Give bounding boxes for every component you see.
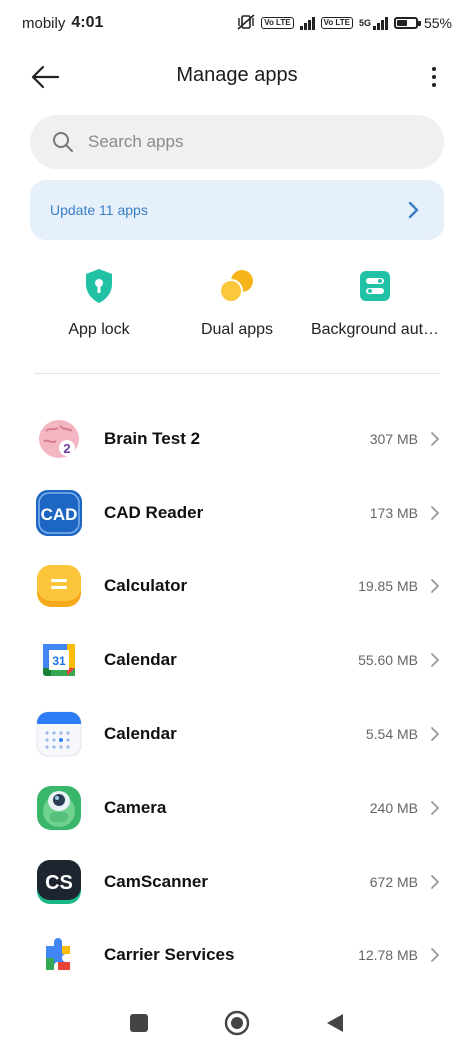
background-autostart-tool[interactable]: Background aut… [306, 266, 444, 346]
app-row-calendar[interactable]: Calendar 5.54 MB [0, 697, 474, 771]
dual-apps-tool[interactable]: Dual apps [168, 266, 306, 346]
app-size: 672 MB [369, 873, 418, 890]
search-bar[interactable] [30, 115, 444, 169]
app-name: Carrier Services [104, 945, 235, 965]
battery-icon [393, 17, 421, 29]
volte-icon: Vo LTE [261, 17, 294, 29]
chevron-right-icon [431, 800, 440, 815]
dual-apps-label: Dual apps [200, 321, 274, 338]
app-row-google-calendar[interactable]: 31 Calendar 55.60 MB [0, 623, 474, 697]
app-name: CAD Reader [104, 502, 204, 522]
app-size: 19.85 MB [358, 578, 418, 595]
calculator-icon [36, 563, 82, 609]
chevron-right-icon [408, 201, 419, 219]
app-size: 240 MB [369, 799, 418, 816]
chevron-right-icon [431, 653, 440, 668]
signal-icon-2 [372, 16, 388, 30]
app-name: Brain Test 2 [104, 428, 201, 448]
app-name: Camera [104, 797, 167, 817]
triangle-back-icon [327, 1014, 343, 1032]
app-lock-tool[interactable]: App lock [30, 266, 168, 346]
more-options-button[interactable] [424, 62, 444, 92]
app-name: CamScanner [104, 871, 208, 891]
app-row-camera[interactable]: Camera 240 MB [0, 771, 474, 845]
shield-lock-icon [79, 266, 119, 306]
brain-test-number: 2 [63, 441, 70, 456]
app-header: Manage apps [0, 50, 474, 102]
background-autostart-icon [355, 266, 395, 306]
app-row-brain-test-2[interactable]: 2 Brain Test 2 307 MB [0, 402, 474, 476]
app-size: 5.54 MB [365, 726, 418, 743]
update-apps-banner[interactable]: Update 11 apps [30, 180, 444, 240]
carrier-name: mobily [22, 14, 66, 32]
volte-icon-2: Vo LTE [320, 17, 353, 29]
home-button[interactable] [222, 1008, 252, 1038]
camscanner-text: CS [45, 872, 73, 894]
chevron-right-icon [431, 431, 440, 446]
section-divider [34, 373, 440, 374]
app-name: Calculator [104, 576, 188, 596]
app-row-cad-reader[interactable]: CAD CAD Reader 173 MB [0, 476, 474, 550]
navigation-bar [0, 993, 474, 1053]
mute-vibrate-icon [237, 13, 255, 33]
battery-level-fill [396, 20, 407, 26]
page-title: Manage apps [176, 64, 298, 86]
back-nav-button[interactable] [320, 1008, 350, 1038]
carrier-services-icon [36, 932, 82, 978]
recents-button[interactable] [124, 1008, 154, 1038]
battery-percent: 55% [423, 15, 452, 31]
google-calendar-icon: 31 [36, 637, 82, 683]
square-icon [130, 1014, 148, 1032]
app-row-carrier-services[interactable]: Carrier Services 12.78 MB [0, 919, 474, 993]
app-size: 12.78 MB [358, 947, 418, 964]
app-row-camscanner[interactable]: CS CamScanner 672 MB [0, 845, 474, 919]
app-size: 55.60 MB [358, 652, 418, 669]
status-bar: mobily 4:01 Vo LTE Vo LTE 5G 55% [0, 0, 474, 46]
chevron-right-icon [431, 505, 440, 520]
app-size: 307 MB [369, 430, 418, 447]
chevron-right-icon [431, 727, 440, 741]
calendar-icon [36, 711, 82, 757]
brain-test-icon: 2 [36, 416, 82, 462]
camera-icon [36, 785, 82, 831]
calendar-day-number: 31 [52, 654, 66, 668]
app-row-calculator[interactable]: Calculator 19.85 MB [0, 550, 474, 624]
more-dot [432, 75, 436, 79]
app-lock-label: App lock [68, 321, 130, 338]
app-name: Calendar [104, 650, 177, 670]
quick-tools: App lock Dual apps Background aut… [30, 266, 444, 346]
network-type: 5G [358, 18, 371, 28]
search-icon [53, 132, 73, 152]
signal-icon [299, 16, 315, 30]
chevron-right-icon [431, 579, 440, 594]
chevron-right-icon [431, 948, 440, 963]
app-name: Calendar [104, 724, 177, 744]
search-input[interactable] [86, 131, 410, 153]
background-autostart-label: Background aut… [310, 321, 440, 338]
app-list: 2 Brain Test 2 307 MB CAD CAD Reader 173… [0, 402, 474, 992]
camscanner-icon: CS [36, 859, 82, 905]
circle-home-icon [224, 1010, 250, 1036]
dual-apps-icon [217, 266, 257, 306]
more-dot [432, 67, 436, 71]
cad-reader-icon: CAD [36, 489, 82, 536]
update-apps-label: Update 11 apps [50, 202, 148, 218]
cad-text: CAD [41, 505, 78, 524]
app-size: 173 MB [369, 504, 418, 521]
more-dot [432, 83, 436, 87]
chevron-right-icon [431, 874, 440, 889]
status-time: 4:01 [71, 14, 104, 31]
